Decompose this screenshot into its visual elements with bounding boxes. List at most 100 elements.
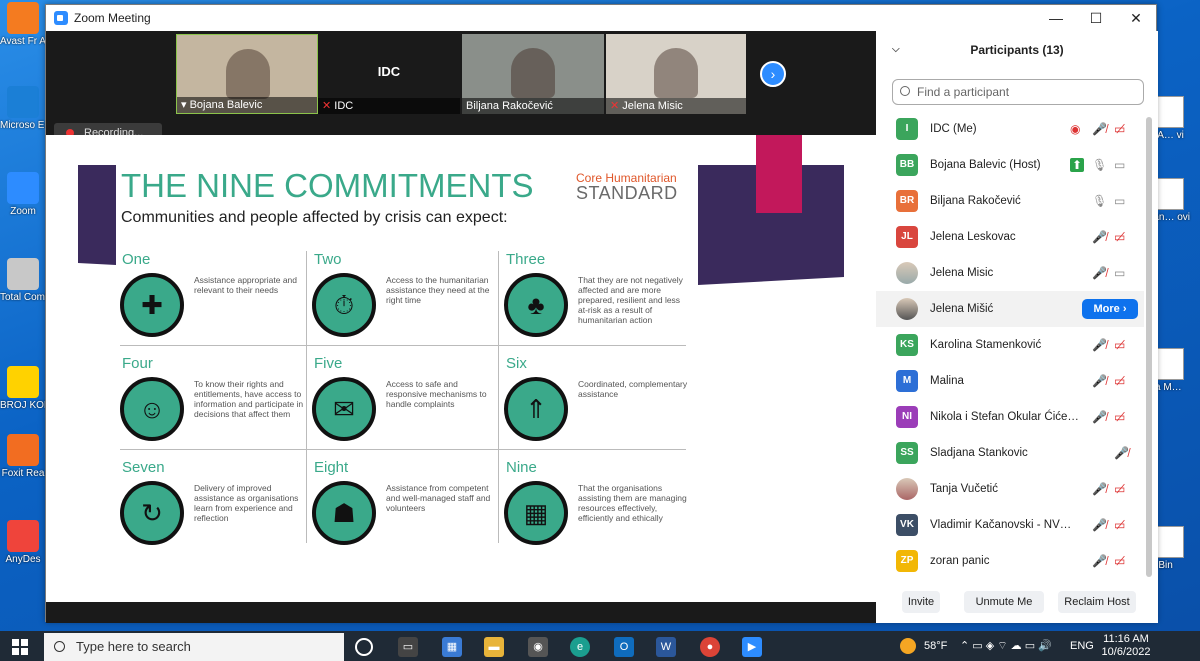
commitment-text: That the organisations assisting them ar… — [578, 483, 687, 523]
participant-row[interactable]: BR Biljana Rakočević 🎙 ▭ — [876, 183, 1144, 219]
task-view-icon[interactable]: ▭ — [398, 637, 418, 657]
weather-icon[interactable] — [900, 638, 916, 654]
commitment-text: Access to the humanitarian assistance th… — [386, 275, 490, 305]
thumbnail-center-label: IDC — [377, 64, 401, 79]
video-thumbnail[interactable]: IDC ✕ IDC — [318, 34, 460, 114]
participant-name: Jelena Mišić — [930, 303, 994, 315]
participant-row[interactable]: ZP zoran panic 🎤̸ ▭̸ — [876, 543, 1144, 579]
taskbar: Type here to search ▭ ▦ ▬ ◉ e O W ● ▶ 58… — [0, 631, 1200, 661]
participant-row[interactable]: SS Sladjana Stankovic 🎤̸ — [876, 435, 1144, 471]
chevron-down-icon[interactable]: ⌵ — [892, 31, 900, 69]
participant-name: Tanja Vučetić — [930, 483, 998, 495]
video-area: ▾ Bojana Balevic IDC ✕ IDC Biljana Rakočevi… — [46, 31, 876, 623]
more-button[interactable]: More › — [1082, 299, 1138, 319]
desktop-app-icon — [7, 520, 39, 552]
participant-status-icon: 🎤̸ — [1092, 374, 1107, 388]
close-button[interactable]: ✕ — [1116, 10, 1156, 27]
participant-status-icon: 🎤̸ — [1092, 518, 1107, 532]
word-icon[interactable]: W — [656, 637, 676, 657]
commitment-text: Coordinated, complementary assistance — [578, 379, 688, 399]
participant-status-icon: ▭̸ — [1114, 122, 1126, 136]
desktop-icon[interactable]: AnyDes — [0, 520, 46, 565]
title-bar: Zoom Meeting — ☐ ✕ — [46, 5, 1156, 31]
desktop-icon[interactable]: Microso Edge — [0, 86, 46, 131]
participant-row[interactable]: M Malina 🎤̸ ▭̸ — [876, 363, 1144, 399]
participant-name: IDC (Me) — [930, 123, 977, 135]
desktop-icon-label: Foxit Rea — [1, 468, 45, 479]
chrome-icon[interactable]: ● — [700, 637, 720, 657]
arrows-up-icon: ⇑ — [504, 377, 568, 441]
language-indicator[interactable]: ENG — [1070, 631, 1094, 661]
search-icon — [900, 86, 910, 96]
windows-start-icon[interactable] — [12, 639, 28, 655]
invite-button[interactable]: Invite — [902, 591, 940, 613]
tray-icons[interactable]: ⌃ ▭ ◈ ⌔ ☁ ▭ 🔊 — [960, 631, 1052, 661]
commitment-text: Delivery of improved assistance as organ… — [194, 483, 299, 523]
commitment-cell: Seven ↻ Delivery of improved assistance … — [120, 459, 310, 563]
participant-search-input[interactable]: Find a participant — [892, 79, 1144, 105]
left-banner-shape — [78, 165, 116, 265]
edge-icon[interactable]: e — [570, 637, 590, 657]
participant-status-icon: 🎤̸ — [1092, 410, 1107, 424]
desktop-app-icon — [7, 172, 39, 204]
desktop-icon-label: Avast Fr Antiviru — [0, 36, 46, 47]
commitment-text: Assistance appropriate and relevant to t… — [194, 275, 298, 295]
participant-row[interactable]: VK Vladimir Kačanovski - NVO Sal... 🎤̸ ▭̸ — [876, 507, 1144, 543]
cortana-icon[interactable] — [355, 638, 373, 656]
desktop-icon[interactable]: BROJ KORISNI — [0, 366, 46, 411]
temperature[interactable]: 58°F — [924, 631, 947, 661]
maximize-button[interactable]: ☐ — [1076, 10, 1116, 27]
outlook-icon[interactable]: O — [614, 637, 634, 657]
participant-name: zoran panic — [930, 555, 990, 567]
participant-row[interactable]: KS Karolina Stamenković 🎤̸ ▭̸ — [876, 327, 1144, 363]
participant-row[interactable]: Jelena Misic 🎤̸ ▭ — [876, 255, 1144, 291]
desktop-icon[interactable]: Zoom — [0, 172, 46, 217]
participant-row[interactable]: Tanja Vučetić 🎤̸ ▭̸ — [876, 471, 1144, 507]
reclaim-host-button[interactable]: Reclaim Host — [1058, 591, 1136, 613]
desktop-file-icon — [1156, 526, 1184, 558]
zoom-taskbar-icon[interactable]: ▶ — [742, 637, 762, 657]
date: 10/6/2022 — [1101, 646, 1151, 658]
participant-row[interactable]: I IDC (Me) ◉ 🎤̸ ▭̸ — [876, 111, 1144, 147]
mic-muted-icon: ✕ — [322, 100, 335, 112]
store-icon[interactable]: ▦ — [442, 637, 462, 657]
video-thumbnail[interactable]: ✕ Jelena Misic — [606, 34, 746, 114]
minimize-button[interactable]: — — [1036, 10, 1076, 27]
participant-name: Bojana Balevic (Host) — [930, 159, 1041, 171]
participant-row[interactable]: NI Nikola i Stefan Okular Ćićevac 🎤̸ ▭̸ — [876, 399, 1144, 435]
desktop-icon[interactable]: Avast Fr Antiviru — [0, 2, 46, 47]
participants-scrollbar[interactable] — [1146, 117, 1152, 577]
participant-row[interactable]: Jelena Mišić More › — [876, 291, 1144, 327]
taskbar-search-input[interactable]: Type here to search — [44, 633, 344, 661]
next-page-arrow-icon[interactable]: › — [760, 61, 786, 87]
participant-status-icon: ▭ — [1114, 194, 1126, 208]
avatar — [896, 262, 918, 284]
commitment-text: To know their rights and entitlements, h… — [194, 379, 304, 419]
desktop-icon[interactable]: Total Comman — [0, 258, 46, 303]
video-thumbnail[interactable]: Biljana Rakočević — [462, 34, 604, 114]
commitment-cell: Two ⏱ Access to the humanitarian assista… — [312, 251, 502, 355]
participant-row[interactable]: JL Jelena Leskovac 🎤̸ ▭̸ — [876, 219, 1144, 255]
participant-status-icon: ▭̸ — [1114, 554, 1126, 568]
commitment-number: Five — [314, 355, 343, 372]
file-explorer-icon[interactable]: ▬ — [484, 637, 504, 657]
video-thumbnail[interactable]: ▾ Bojana Balevic — [176, 34, 318, 114]
app-icon[interactable]: ◉ — [528, 637, 548, 657]
participant-status-icon: ◉ — [1070, 122, 1081, 136]
commitment-number: Nine — [506, 459, 537, 476]
participant-video-icon — [226, 49, 270, 99]
clock[interactable]: 11:16 AM 10/6/2022 — [1100, 633, 1152, 659]
video-bottom-bar — [46, 602, 876, 623]
avatar — [896, 298, 918, 320]
participant-row[interactable]: BB Bojana Balevic (Host) ⬆ 🎙 ▭ — [876, 147, 1144, 183]
participant-status-icon: ▭ — [1114, 266, 1126, 280]
mic-muted-icon: ✕ — [610, 100, 623, 112]
slide-title: THE NINE COMMITMENTS — [121, 167, 534, 204]
unmute-me-button[interactable]: Unmute Me — [964, 591, 1044, 613]
desktop-icon-label: Microso Edge — [0, 120, 46, 131]
desktop-icon[interactable]: Foxit Rea — [0, 434, 46, 479]
thumbnail-name: Jelena Misic — [622, 100, 683, 112]
participant-status-icon: 🎤̸ — [1092, 482, 1107, 496]
time: 11:16 AM — [1103, 633, 1149, 645]
participant-video-icon — [654, 48, 698, 98]
